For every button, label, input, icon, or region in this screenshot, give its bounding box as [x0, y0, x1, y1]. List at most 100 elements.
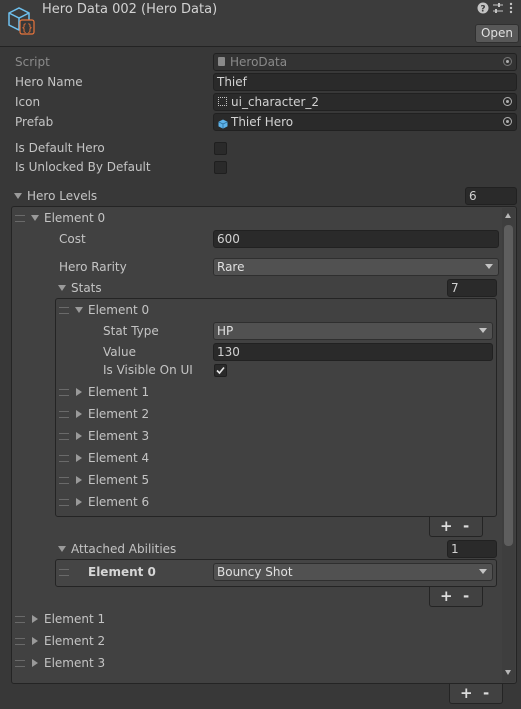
drag-handle[interactable] [15, 616, 25, 623]
scrollbar[interactable] [502, 208, 515, 682]
drag-handle[interactable] [59, 569, 69, 576]
drag-handle[interactable] [59, 411, 69, 418]
attached-abilities-label[interactable]: Attached Abilities [71, 542, 176, 556]
add-stat-button[interactable]: + [440, 517, 453, 535]
stat-element-label[interactable]: Element 6 [88, 495, 149, 509]
abilities-add-remove-bar: + - [429, 587, 483, 607]
element-foldout-arrow[interactable] [31, 215, 39, 221]
stat-element-label[interactable]: Element 1 [88, 385, 149, 399]
script-file-icon [218, 57, 225, 66]
hero-rarity-label: Hero Rarity [59, 260, 127, 274]
hero-level-element-label[interactable]: Element 1 [44, 612, 105, 626]
icon-field[interactable]: ui_character_2 [213, 93, 517, 111]
object-picker-icon[interactable] [503, 97, 512, 106]
script-value: HeroData [230, 55, 288, 69]
hero-level-element-0-label[interactable]: Element 0 [44, 211, 105, 225]
hero-name-label: Hero Name [15, 75, 83, 89]
stat-element-0-label[interactable]: Element 0 [88, 303, 149, 317]
is-visible-on-ui-checkbox[interactable] [214, 364, 227, 377]
ability-value: Bouncy Shot [217, 565, 293, 579]
icon-value: ui_character_2 [231, 95, 320, 109]
drag-handle[interactable] [59, 477, 69, 484]
prefab-value: Thief Hero [231, 115, 294, 129]
drag-handle[interactable] [59, 433, 69, 440]
prefab-label: Prefab [15, 115, 54, 129]
cost-label: Cost [59, 232, 86, 246]
element-foldout-arrow[interactable] [76, 388, 82, 396]
stats-foldout-arrow[interactable] [58, 285, 66, 291]
add-hero-level-button[interactable]: + [460, 684, 473, 702]
hero-rarity-value: Rare [217, 260, 245, 274]
element-foldout-arrow[interactable] [76, 410, 82, 418]
scroll-up-arrow[interactable] [505, 213, 511, 218]
stat-element-label[interactable]: Element 2 [88, 407, 149, 421]
hero-level-element-label[interactable]: Element 3 [44, 656, 105, 670]
remove-ability-button[interactable]: - [463, 587, 469, 605]
kebab-menu-icon[interactable] [508, 2, 514, 17]
element-foldout-arrow[interactable] [76, 476, 82, 484]
stats-add-remove-bar: + - [429, 517, 483, 537]
drag-handle[interactable] [15, 215, 25, 222]
is-default-hero-checkbox[interactable] [214, 142, 227, 155]
drag-handle[interactable] [59, 307, 69, 314]
stat-type-value: HP [217, 324, 234, 338]
scrollbar-thumb[interactable] [504, 225, 513, 546]
chevron-down-icon [479, 328, 487, 333]
hero-levels-foldout-arrow[interactable] [14, 193, 22, 199]
value-label: Value [103, 345, 136, 359]
stat-element-label[interactable]: Element 3 [88, 429, 149, 443]
element-foldout-arrow[interactable] [32, 637, 38, 645]
inspector-title: Hero Data 002 (Hero Data) [42, 2, 218, 17]
stat-type-label: Stat Type [103, 324, 159, 338]
value-input[interactable]: 130 [213, 343, 493, 361]
hero-name-input[interactable]: Thief [213, 73, 517, 91]
object-picker-icon[interactable] [503, 117, 512, 126]
preset-icon[interactable] [492, 2, 504, 17]
is-unlocked-label: Is Unlocked By Default [15, 160, 151, 174]
stat-element-label[interactable]: Element 4 [88, 451, 149, 465]
help-icon[interactable]: ? [477, 2, 489, 17]
inspector-header: {} Hero Data 002 (Hero Data) ? Open [0, 0, 521, 47]
is-default-hero-label: Is Default Hero [15, 141, 105, 155]
is-unlocked-checkbox[interactable] [214, 161, 227, 174]
open-button[interactable]: Open [475, 24, 519, 43]
attached-abilities-size-input[interactable]: 1 [447, 540, 497, 558]
scriptable-object-icon: {} [5, 5, 35, 35]
scroll-down-arrow[interactable] [505, 670, 511, 675]
drag-handle[interactable] [15, 638, 25, 645]
object-picker-icon [503, 57, 512, 66]
cost-input[interactable]: 600 [213, 230, 499, 248]
hero-levels-size-input[interactable]: 6 [465, 187, 517, 205]
icon-label: Icon [15, 95, 41, 109]
hero-levels-label[interactable]: Hero Levels [27, 189, 97, 203]
element-foldout-arrow[interactable] [32, 615, 38, 623]
drag-handle[interactable] [15, 660, 25, 667]
ability-dropdown[interactable]: Bouncy Shot [213, 563, 493, 581]
element-foldout-arrow[interactable] [32, 659, 38, 667]
chevron-down-icon [485, 264, 493, 269]
element-foldout-arrow[interactable] [76, 432, 82, 440]
stat-type-dropdown[interactable]: HP [213, 322, 493, 340]
stat-element-label[interactable]: Element 5 [88, 473, 149, 487]
hero-level-element-label[interactable]: Element 2 [44, 634, 105, 648]
chevron-down-icon [479, 569, 487, 574]
stats-size-input[interactable]: 7 [447, 279, 497, 297]
drag-handle[interactable] [59, 499, 69, 506]
ability-element-0-label: Element 0 [88, 565, 156, 579]
prefab-field[interactable]: Thief Hero [213, 113, 517, 131]
is-visible-on-ui-label: Is Visible On UI [103, 363, 193, 377]
drag-handle[interactable] [59, 455, 69, 462]
stats-label[interactable]: Stats [71, 281, 102, 295]
drag-handle[interactable] [59, 389, 69, 396]
checkmark-icon [216, 366, 225, 375]
add-ability-button[interactable]: + [440, 587, 453, 605]
element-foldout-arrow[interactable] [76, 454, 82, 462]
remove-stat-button[interactable]: - [463, 517, 469, 535]
element-foldout-arrow[interactable] [76, 498, 82, 506]
attached-abilities-foldout-arrow[interactable] [58, 546, 66, 552]
svg-text:{}: {} [21, 23, 33, 34]
element-foldout-arrow[interactable] [75, 307, 83, 313]
remove-hero-level-button[interactable]: - [483, 684, 489, 702]
sprite-icon [218, 97, 227, 106]
hero-rarity-dropdown[interactable]: Rare [213, 258, 499, 276]
